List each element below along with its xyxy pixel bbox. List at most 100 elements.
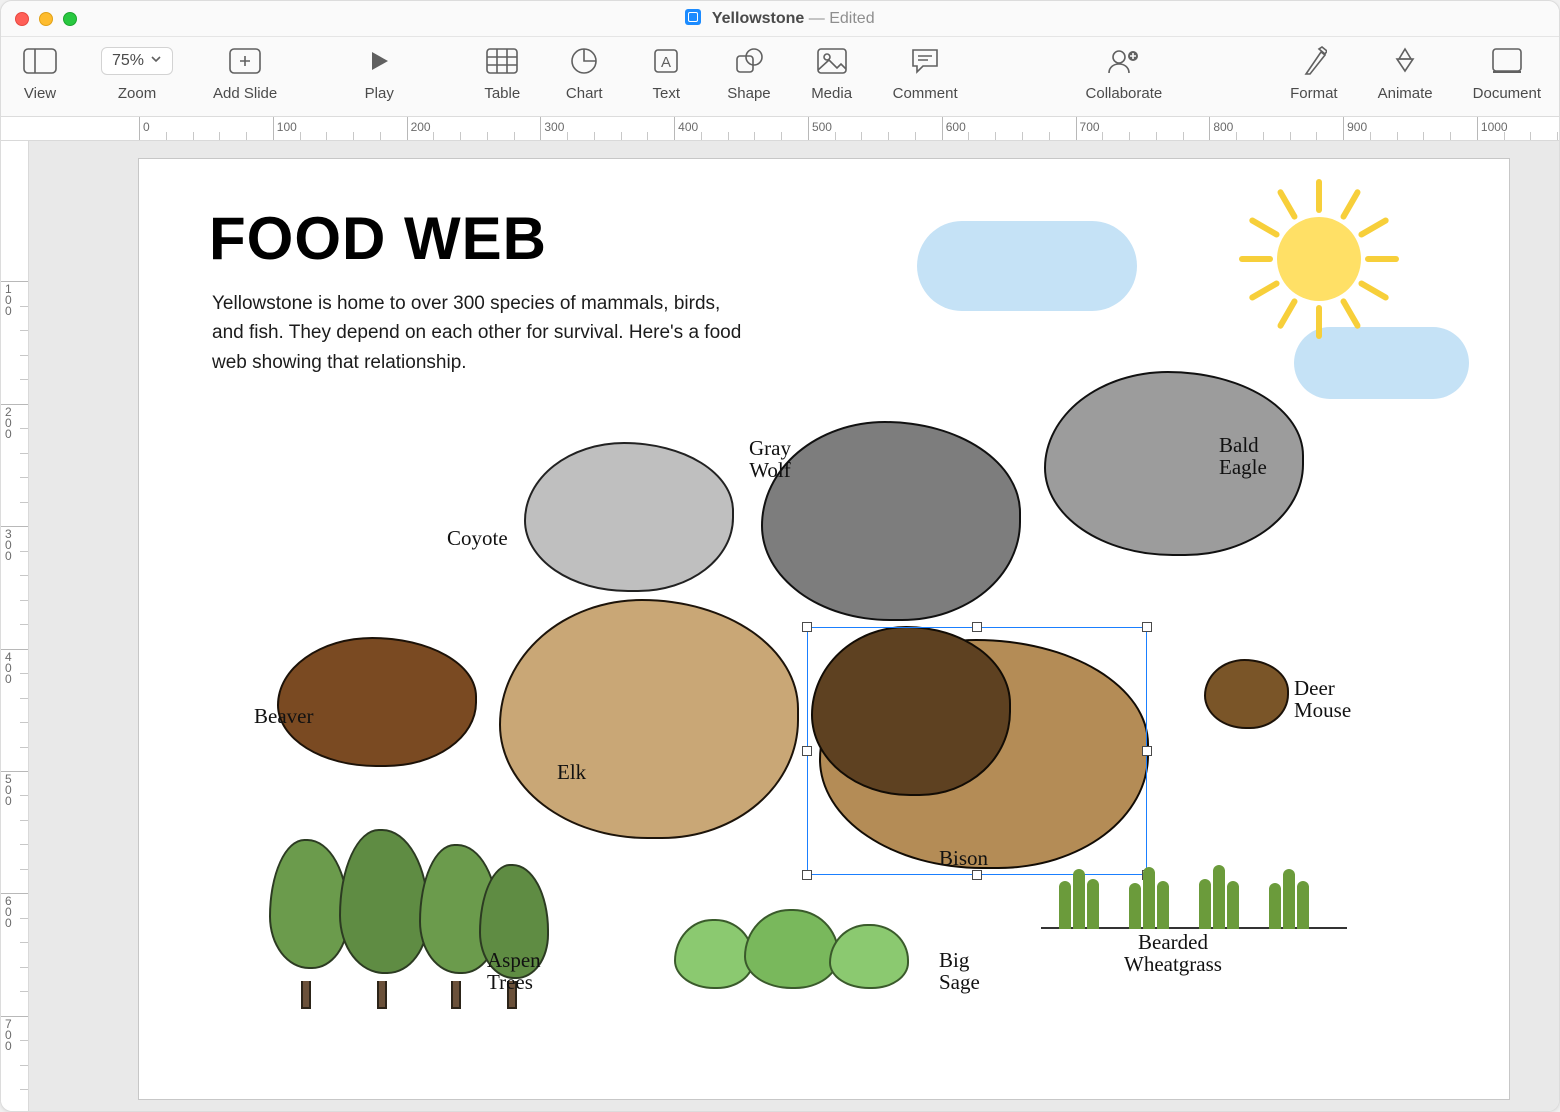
comment-button[interactable]: Comment <box>885 43 966 102</box>
media-button[interactable]: Media <box>803 43 861 102</box>
table-button[interactable]: Table <box>473 43 531 102</box>
editor-stage[interactable]: FOOD WEB Yellowstone is home to over 300… <box>29 141 1559 1111</box>
selection-frame[interactable] <box>807 627 1147 875</box>
beaver-label[interactable]: Beaver <box>254 705 313 727</box>
ruler-h-label: 700 <box>1080 120 1100 134</box>
coyote-label[interactable]: Coyote <box>447 527 508 549</box>
ruler-v-label: 0 <box>5 1040 12 1052</box>
slide-title[interactable]: FOOD WEB <box>209 204 547 273</box>
text-label: Text <box>652 85 680 102</box>
ruler-vertical[interactable]: 100200300400500600700 <box>1 141 29 1111</box>
play-label: Play <box>365 85 394 102</box>
ruler-horizontal[interactable]: 01002003004005006007008009001000 <box>1 117 1559 141</box>
animate-button[interactable]: Animate <box>1370 43 1441 102</box>
ruler-h-label: 300 <box>544 120 564 134</box>
collaborate-label: Collaborate <box>1086 85 1163 102</box>
aspen-trees-label[interactable]: Aspen Trees <box>487 949 541 993</box>
resize-handle-n[interactable] <box>972 622 982 632</box>
svg-text:A: A <box>661 54 671 71</box>
media-label: Media <box>811 85 852 102</box>
comment-label: Comment <box>893 85 958 102</box>
format-icon <box>1301 43 1327 79</box>
document-title: Yellowstone <box>712 10 804 27</box>
sun-illustration[interactable] <box>1239 179 1399 339</box>
ruler-h-label: 0 <box>143 120 150 134</box>
animate-icon <box>1389 43 1421 79</box>
cloud-illustration[interactable] <box>917 221 1137 311</box>
collaborate-button[interactable]: Collaborate <box>1064 43 1184 102</box>
big-sage-image[interactable] <box>674 899 924 999</box>
document-icon <box>1492 43 1522 79</box>
shape-icon <box>734 43 764 79</box>
ruler-v-label: 0 <box>5 550 12 562</box>
table-icon <box>486 43 518 79</box>
play-icon <box>366 43 392 79</box>
bearded-wheatgrass-label[interactable]: Bearded Wheatgrass <box>1124 931 1222 975</box>
format-label: Format <box>1290 85 1338 102</box>
sidebar-icon <box>23 43 57 79</box>
resize-handle-ne[interactable] <box>1142 622 1152 632</box>
app-icon <box>685 9 701 25</box>
zoom-label: Zoom <box>118 85 156 102</box>
app-window: Yellowstone — Edited View 75% Zoom <box>0 0 1560 1112</box>
bearded-wheatgrass-image[interactable] <box>1049 859 1339 929</box>
table-label: Table <box>484 85 520 102</box>
big-sage-label[interactable]: Big Sage <box>939 949 980 993</box>
elk-image[interactable] <box>499 599 799 839</box>
view-button[interactable]: View <box>11 43 69 102</box>
slide-body-text[interactable]: Yellowstone is home to over 300 species … <box>212 289 742 377</box>
zoom-value: 75% <box>112 52 144 70</box>
resize-handle-sw[interactable] <box>802 870 812 880</box>
zoom-button[interactable]: 75% Zoom <box>93 43 181 102</box>
animate-label: Animate <box>1378 85 1433 102</box>
ruler-v-label: 0 <box>5 305 12 317</box>
chart-label: Chart <box>566 85 603 102</box>
ruler-v-label: 0 <box>5 428 12 440</box>
deer-mouse-label[interactable]: Deer Mouse <box>1294 677 1351 721</box>
resize-handle-e[interactable] <box>1142 746 1152 756</box>
add-slide-button[interactable]: Add Slide <box>205 43 285 102</box>
resize-handle-nw[interactable] <box>802 622 812 632</box>
ruler-v-label: 0 <box>5 795 12 807</box>
view-label: View <box>24 85 56 102</box>
add-slide-label: Add Slide <box>213 85 277 102</box>
document-label: Document <box>1473 85 1541 102</box>
chevron-down-icon <box>150 52 162 70</box>
collaborate-icon <box>1107 43 1141 79</box>
edited-indicator: — Edited <box>809 10 875 27</box>
beaver-image[interactable] <box>277 637 477 767</box>
elk-label[interactable]: Elk <box>557 761 586 783</box>
resize-handle-s[interactable] <box>972 870 982 880</box>
comment-icon <box>910 43 940 79</box>
chart-button[interactable]: Chart <box>555 43 613 102</box>
ruler-h-label: 800 <box>1213 120 1233 134</box>
ruler-v-label: 0 <box>5 917 12 929</box>
chart-icon <box>570 43 598 79</box>
shape-label: Shape <box>727 85 770 102</box>
ruler-h-label: 900 <box>1347 120 1367 134</box>
media-icon <box>817 43 847 79</box>
bald-eagle-label[interactable]: Bald Eagle <box>1219 434 1267 478</box>
ruler-h-label: 100 <box>277 120 297 134</box>
window-title: Yellowstone — Edited <box>1 9 1559 28</box>
zoom-pill[interactable]: 75% <box>101 47 173 75</box>
add-slide-icon <box>229 43 261 79</box>
gray-wolf-label[interactable]: Gray Wolf <box>749 437 791 481</box>
document-button[interactable]: Document <box>1465 43 1549 102</box>
ruler-v-label: 0 <box>5 673 12 685</box>
text-icon: A <box>653 43 679 79</box>
deer-mouse-image[interactable] <box>1204 659 1289 729</box>
toolbar: View 75% Zoom Add Slide <box>1 37 1559 117</box>
play-button[interactable]: Play <box>309 43 449 102</box>
ruler-h-label: 500 <box>812 120 832 134</box>
shape-button[interactable]: Shape <box>719 43 778 102</box>
ruler-h-label: 200 <box>411 120 431 134</box>
coyote-image[interactable] <box>524 442 734 592</box>
ruler-h-label: 400 <box>678 120 698 134</box>
resize-handle-w[interactable] <box>802 746 812 756</box>
format-button[interactable]: Format <box>1282 43 1346 102</box>
gray-wolf-image[interactable] <box>761 421 1021 621</box>
slide-canvas[interactable]: FOOD WEB Yellowstone is home to over 300… <box>139 159 1509 1099</box>
text-button[interactable]: A Text <box>637 43 695 102</box>
ruler-h-label: 600 <box>946 120 966 134</box>
